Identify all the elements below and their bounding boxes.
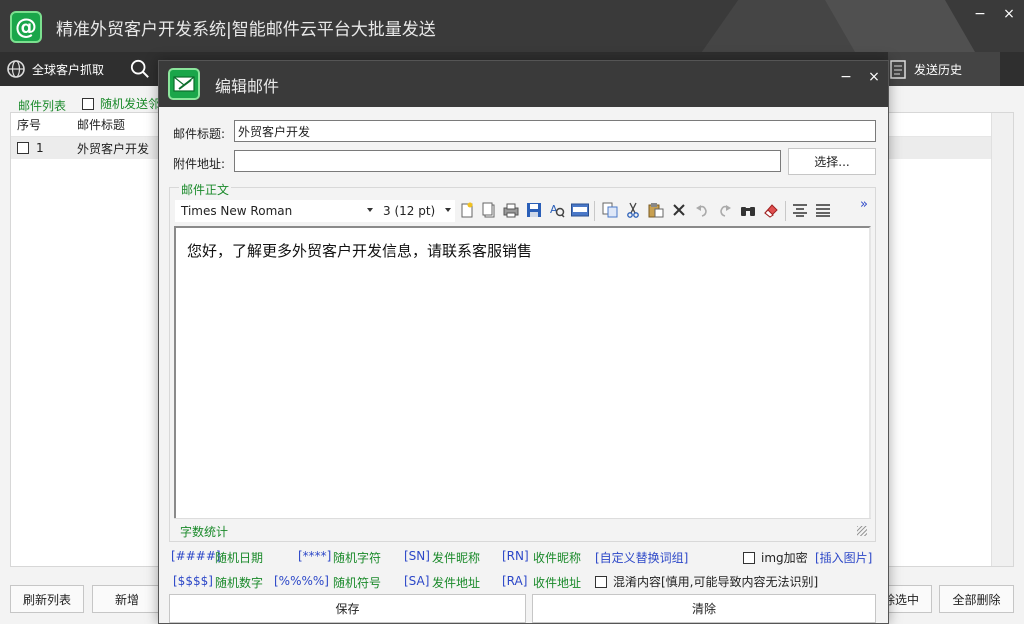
variable-code[interactable]: [RN] (502, 549, 529, 563)
add-button[interactable]: 新增 (92, 585, 162, 613)
browse-button[interactable]: 选择... (788, 148, 876, 175)
global-crawl-button[interactable]: 全球客户抓取 (6, 52, 104, 86)
eraser-icon[interactable] (762, 201, 780, 219)
dropdown-arrow-icon (445, 208, 451, 212)
variable-desc: 收件昵称 (533, 551, 582, 565)
attachment-input[interactable] (234, 150, 781, 172)
font-size-value: 3 (12 pt) (383, 204, 436, 218)
variable-code[interactable]: [RA] (502, 574, 527, 588)
row-index-cell: 1 (11, 137, 71, 159)
variable-code[interactable]: [%%%%] (274, 574, 329, 588)
dialog-close-button[interactable]: × (865, 69, 883, 85)
body-text[interactable]: 您好，了解更多外贸客户开发信息，请联系客服销售 (187, 240, 532, 261)
random-send-label: 随机发送邻 (100, 97, 161, 111)
redo-icon[interactable] (716, 201, 734, 219)
custom-replace-link[interactable]: [自定义替换词组] (595, 549, 688, 566)
variable-desc: 随机数字 (215, 576, 264, 590)
edit-mail-dialog: 编辑邮件 − × 邮件标题: 附件地址: 选择... 邮件正文 Times Ne… (158, 60, 889, 624)
variable-desc: 发件地址 (432, 576, 481, 590)
obfuscate-label: 混淆内容[慎用,可能导致内容无法识别] (613, 575, 819, 589)
body-group-label: 邮件正文 (179, 181, 232, 198)
send-history-label: 发送历史 (914, 62, 963, 77)
resize-grip-icon[interactable] (857, 526, 867, 536)
print-icon[interactable] (502, 201, 520, 219)
dialog-minimize-button[interactable]: − (837, 69, 855, 85)
variable-desc: 随机字符 (333, 551, 382, 565)
variable-code[interactable]: [$$$$] (173, 574, 213, 588)
app-title: 精准外贸客户开发系统|智能邮件云平台大批量发送 (56, 20, 436, 40)
search-button[interactable] (130, 52, 156, 86)
checkbox-box[interactable] (595, 575, 607, 588)
variable-desc: 收件地址 (533, 576, 582, 590)
font-name-select[interactable]: Times New Roman (175, 200, 377, 222)
global-crawl-label: 全球客户抓取 (32, 62, 105, 77)
variable-code[interactable]: [SA] (404, 574, 429, 588)
globe-icon (6, 59, 26, 79)
subject-input[interactable] (234, 120, 876, 142)
toolbar-separator (785, 201, 786, 221)
row-checkbox[interactable] (17, 142, 29, 154)
img-encrypt-checkbox[interactable]: img加密 (743, 549, 808, 566)
variable-code[interactable]: [SN] (404, 549, 430, 563)
search-icon (130, 59, 150, 79)
save-icon[interactable] (525, 201, 543, 219)
checkbox-box[interactable] (743, 551, 755, 564)
toolbar-separator (594, 201, 595, 221)
minimize-button[interactable]: − (970, 6, 990, 22)
font-size-select[interactable]: 3 (12 pt) (377, 200, 455, 222)
undo-icon[interactable] (693, 201, 711, 219)
paste-icon[interactable] (647, 201, 665, 219)
clear-button[interactable]: 清除 (532, 594, 876, 623)
main-titlebar: @ 精准外贸客户开发系统|智能邮件云平台大批量发送 − × (0, 0, 1024, 52)
vertical-scrollbar[interactable] (991, 113, 1013, 566)
history-icon (888, 59, 908, 79)
delete-icon[interactable] (670, 201, 688, 219)
editor-status-bar: 字数统计 (174, 518, 871, 541)
copy-icon[interactable] (601, 201, 619, 219)
body-editor[interactable]: 您好，了解更多外贸客户开发信息，请联系客服销售 (174, 226, 871, 541)
dialog-mail-icon (168, 68, 200, 100)
img-encrypt-label: img加密 (761, 551, 808, 565)
dialog-title: 编辑邮件 (215, 77, 280, 96)
subject-label: 邮件标题: (173, 127, 226, 141)
more-tools-icon[interactable]: » (860, 197, 868, 212)
app-logo: @ (10, 11, 42, 43)
dropdown-arrow-icon (367, 208, 373, 212)
variable-desc: 发件昵称 (432, 551, 481, 565)
html-source-icon[interactable] (571, 201, 589, 219)
refresh-list-button[interactable]: 刷新列表 (10, 585, 84, 613)
insert-image-link[interactable]: [插入图片] (815, 549, 872, 566)
save-button[interactable]: 保存 (169, 594, 526, 623)
find-replace-icon[interactable]: A (548, 201, 566, 219)
open-document-icon[interactable] (480, 201, 498, 219)
column-header-index[interactable]: 序号 (11, 113, 71, 136)
word-count-label: 字数统计 (180, 525, 229, 539)
variable-desc: 随机日期 (215, 551, 264, 565)
row-index: 1 (36, 141, 44, 155)
new-document-icon[interactable] (458, 201, 476, 219)
font-name-value: Times New Roman (181, 204, 293, 218)
variable-code[interactable]: [####] (171, 549, 221, 563)
variable-desc: 随机符号 (333, 576, 382, 590)
variable-code[interactable]: [****] (298, 549, 331, 563)
dialog-titlebar: 编辑邮件 − × (159, 61, 888, 107)
binoculars-icon[interactable] (739, 201, 757, 219)
cut-icon[interactable] (624, 201, 642, 219)
delete-all-button[interactable]: 全部删除 (939, 585, 1014, 613)
align-center-icon[interactable] (791, 201, 809, 219)
attachment-label: 附件地址: (173, 157, 226, 171)
checkbox-box[interactable] (82, 97, 94, 110)
align-justify-icon[interactable] (814, 201, 832, 219)
random-send-checkbox[interactable]: 随机发送邻 (82, 95, 160, 112)
close-button[interactable]: × (999, 6, 1019, 22)
obfuscate-checkbox[interactable]: 混淆内容[慎用,可能导致内容无法识别] (595, 573, 818, 590)
send-history-button[interactable]: 发送历史 (888, 52, 962, 86)
